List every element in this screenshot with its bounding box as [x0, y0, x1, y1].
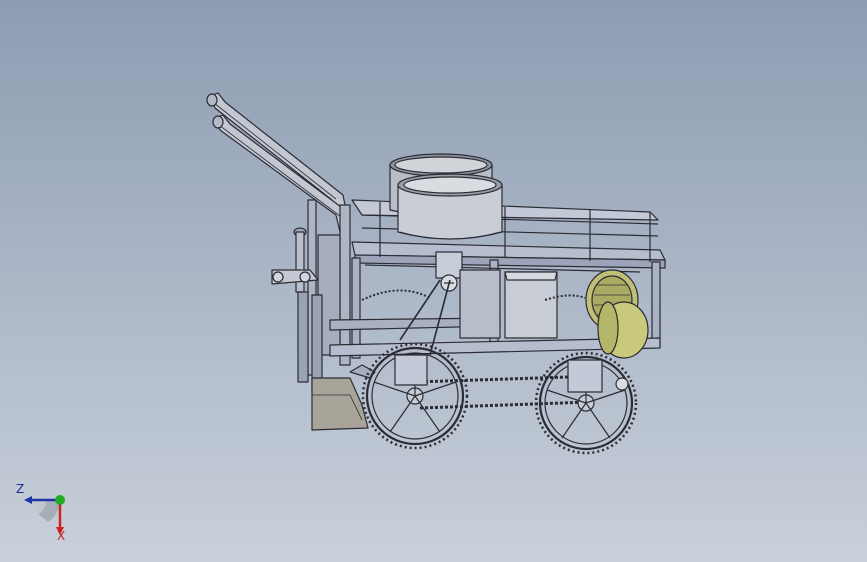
3d-model-cart[interactable]	[0, 0, 867, 562]
graphics-viewport[interactable]: Z X	[0, 0, 867, 562]
triad-z-label: Z	[16, 482, 25, 496]
rear-posts	[271, 199, 351, 391]
handle-bars	[206, 92, 351, 233]
left-wheel	[361, 342, 469, 450]
coordinate-triad: Z X	[10, 478, 80, 548]
seed-hoppers	[389, 153, 503, 240]
triad-x-label: X	[57, 529, 66, 543]
